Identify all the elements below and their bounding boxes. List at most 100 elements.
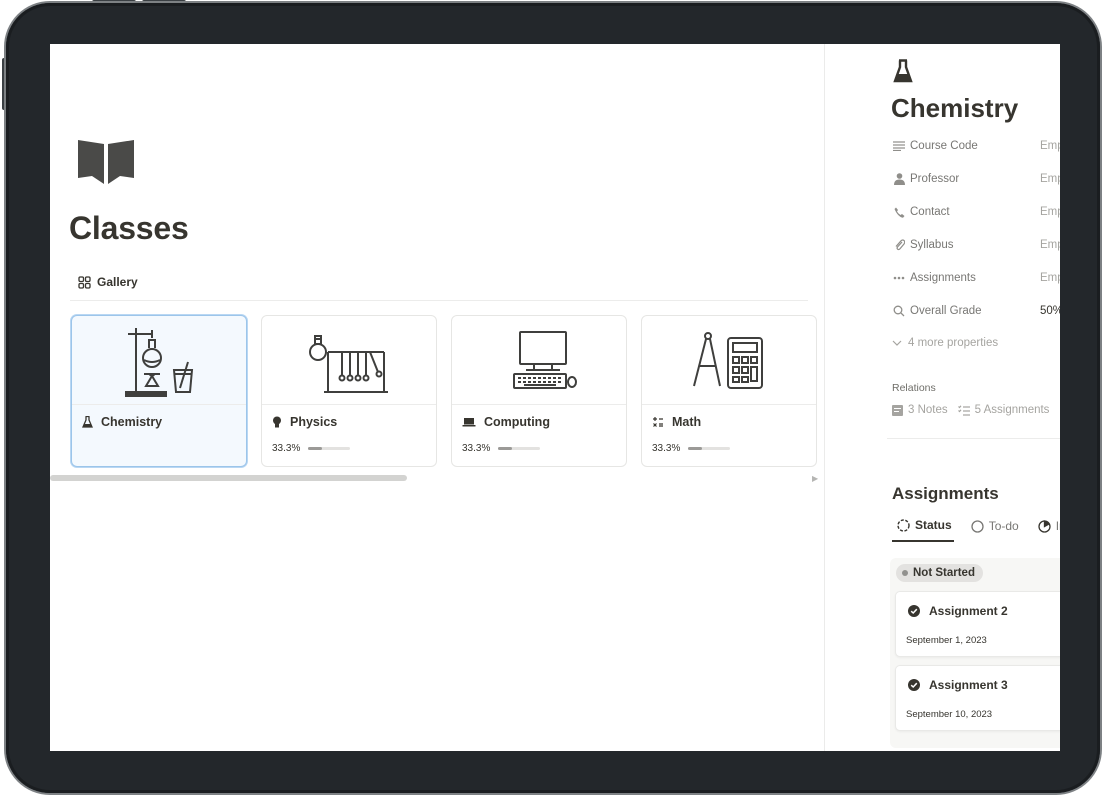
lightbulb-icon	[272, 416, 282, 428]
status-badge: Not Started	[896, 564, 983, 582]
property-label: Course Code	[910, 140, 978, 152]
more-properties-label: 4 more properties	[908, 337, 999, 349]
assignment-title-label: Assignment 2	[929, 604, 1008, 618]
progress-bar	[308, 447, 351, 450]
notes-icon	[892, 404, 903, 416]
dots-icon	[892, 276, 906, 280]
progress-fill	[688, 447, 703, 450]
gallery-grid-icon	[78, 275, 91, 289]
gallery-card-computing[interactable]: Computing 33.3%	[451, 315, 627, 467]
empty-circle-icon	[971, 519, 984, 533]
property-label: Professor	[910, 173, 960, 185]
progress-row: 33.3%	[272, 443, 351, 454]
relation-notes[interactable]: 3 Notes	[892, 404, 948, 416]
person-icon	[892, 173, 906, 185]
tab-in-progress[interactable]: In	[1033, 518, 1060, 542]
progress-row: 33.3%	[652, 443, 731, 454]
flask-icon	[82, 416, 93, 428]
progress-fill	[498, 447, 513, 450]
property-label: Contact	[910, 206, 950, 218]
property-syllabus[interactable]: Syllabus Emp	[892, 236, 1060, 254]
tablet-screen: Classes Gallery Chemistry Physics 33.3% …	[50, 44, 1060, 751]
assignment-date: September 1, 2023	[906, 635, 987, 646]
card-title: Physics	[272, 415, 337, 429]
relation-notes-label: 3 Notes	[908, 404, 948, 416]
text-lines-icon	[892, 141, 906, 151]
property-value[interactable]: Emp	[1040, 206, 1060, 218]
card-title: Chemistry	[82, 415, 162, 429]
gallery-view-label: Gallery	[97, 275, 138, 289]
property-value[interactable]: 50%	[1040, 305, 1060, 317]
assignments-heading: Assignments	[892, 484, 999, 503]
property-overall-grade[interactable]: Overall Grade 50%	[892, 302, 1060, 320]
side-divider	[887, 438, 1060, 439]
status-badge-label: Not Started	[913, 567, 975, 579]
chevron-down-icon	[892, 340, 902, 346]
assignment-card[interactable]: Assignment 2 September 1, 2023	[895, 591, 1060, 657]
property-label: Syllabus	[910, 239, 954, 251]
card-title-label: Physics	[290, 415, 338, 429]
relation-assignments[interactable]: 5 Assignments	[957, 404, 1050, 416]
progress-label: 33.3%	[652, 443, 681, 454]
tab-in-progress-label: In	[1055, 519, 1060, 533]
assignment-date: September 10, 2023	[906, 709, 993, 720]
gallery-card-math[interactable]: Math 33.3%	[641, 315, 817, 467]
flask-icon	[893, 59, 913, 88]
tab-to-do-label: To-do	[988, 519, 1019, 533]
compass-calculator-illustration	[642, 316, 816, 405]
gallery-view-tab[interactable]: Gallery	[78, 275, 138, 289]
relation-assignments-label: 5 Assignments	[974, 404, 1050, 416]
side-peek-panel: Chemistry Course Code Emp Professor Emp …	[824, 44, 1060, 751]
relations-row: 3 Notes 5 Assignments	[892, 404, 1059, 416]
desktop-computer-illustration	[452, 316, 626, 405]
progress-bar	[688, 447, 731, 450]
open-book-icon	[76, 136, 136, 186]
side-panel-title: Chemistry	[891, 93, 1019, 123]
check-circle-icon	[908, 679, 920, 691]
progress-label: 33.3%	[272, 443, 301, 454]
card-title-label: Math	[672, 415, 702, 429]
checklist-icon	[957, 404, 970, 416]
progress-bar	[498, 447, 541, 450]
property-assignments[interactable]: Assignments Emp	[892, 269, 1060, 287]
status-dashed-circle-icon	[897, 518, 910, 532]
chemistry-lab-illustration	[72, 316, 246, 405]
progress-label: 33.3%	[462, 443, 491, 454]
assignment-title-label: Assignment 3	[929, 678, 1008, 692]
phone-icon	[892, 207, 906, 218]
status-dot	[902, 570, 908, 576]
property-value[interactable]: Emp	[1040, 239, 1060, 251]
check-circle-icon	[908, 605, 920, 617]
property-course-code[interactable]: Course Code Emp	[892, 137, 1060, 155]
card-title: Math	[652, 415, 701, 429]
gallery-card-physics[interactable]: Physics 33.3%	[261, 315, 437, 467]
property-contact[interactable]: Contact Emp	[892, 203, 1060, 221]
page-title: Classes	[69, 210, 189, 246]
assignment-card[interactable]: Assignment 3 September 10, 2023	[895, 665, 1060, 731]
tab-status[interactable]: Status	[892, 518, 954, 542]
card-title-label: Computing	[484, 415, 550, 429]
property-label: Overall Grade	[910, 305, 982, 317]
assignments-view-tabs: Status To-do In	[892, 518, 1060, 542]
assignment-title: Assignment 2	[908, 604, 1008, 618]
progress-fill	[308, 447, 323, 450]
gallery-card-chemistry[interactable]: Chemistry	[71, 315, 247, 467]
newtons-cradle-illustration	[262, 316, 436, 405]
property-label: Assignments	[910, 272, 976, 284]
math-operators-icon	[652, 416, 664, 428]
more-properties-toggle[interactable]: 4 more properties	[892, 337, 998, 349]
progress-row: 33.3%	[462, 443, 541, 454]
paperclip-icon	[892, 239, 906, 251]
horizontal-scrollbar[interactable]	[50, 475, 407, 481]
scroll-right-arrow-icon[interactable]: ▶	[812, 474, 818, 483]
relations-heading: Relations	[892, 382, 936, 394]
card-title: Computing	[462, 415, 550, 429]
card-title-label: Chemistry	[101, 415, 163, 429]
property-value[interactable]: Emp	[1040, 140, 1060, 152]
property-value[interactable]: Emp	[1040, 173, 1060, 185]
assignment-title: Assignment 3	[908, 678, 1008, 692]
tab-to-do[interactable]: To-do	[966, 518, 1021, 542]
property-professor[interactable]: Professor Emp	[892, 170, 1060, 188]
property-value[interactable]: Emp	[1040, 272, 1060, 284]
status-board-column: Not Started Assignment 2 September 1, 20…	[890, 558, 1060, 748]
